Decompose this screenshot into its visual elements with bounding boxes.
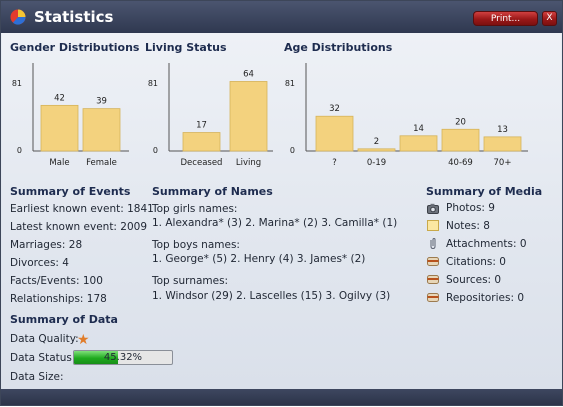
gender-value-label-1: 39 (96, 97, 107, 107)
gender-category-label-0: Male (49, 158, 69, 168)
summary-of-events-heading: Summary of Events (10, 185, 131, 198)
age-bar-4 (483, 136, 522, 152)
age-bar-2 (399, 135, 438, 152)
citation-icon (427, 257, 439, 266)
gender-bar-1 (82, 108, 121, 152)
gender-y-tick-min: 0 (17, 146, 22, 155)
age-chart: 81 0 32? 2 0-19 14 20 40-69 13 70+ (285, 63, 528, 168)
top-girls-names-list: 1. Alexandra* (3) 2. Marina* (2) 3. Cami… (152, 217, 398, 229)
star-icon: ★ (77, 332, 90, 348)
age-category-label-3: 40-69 (448, 158, 473, 168)
facts-events-text: Facts/Events: 100 (10, 275, 103, 287)
paperclip-icon (430, 238, 436, 249)
data-size-label: Data Size: (10, 371, 64, 383)
summary-of-media-heading: Summary of Media (426, 185, 543, 198)
age-value-label-2: 14 (413, 124, 424, 134)
statistics-window: Statistics Print... X Gender Distributio… (0, 0, 563, 406)
gender-bar-0 (40, 104, 79, 152)
age-value-label-1: 2 (374, 137, 379, 147)
top-surnames-list: 1. Windsor (29) 2. Lascelles (15) 3. Ogi… (152, 290, 391, 302)
living-y-tick-max: 81 (148, 79, 158, 88)
top-boys-names-label: Top boys names: (152, 239, 240, 251)
age-bar-3 (441, 128, 480, 152)
age-bar-0 (315, 115, 354, 152)
marriages-text: Marriages: 28 (10, 239, 83, 251)
data-quality-label: Data Quality: (10, 333, 79, 345)
age-bar-1 (357, 148, 396, 152)
repositories-count: Repositories: 0 (446, 292, 525, 304)
top-girls-names-label: Top girls names: (152, 203, 238, 215)
data-status-progress-bar: 45.32% (73, 350, 173, 365)
age-y-tick-max: 81 (285, 79, 295, 88)
data-status-label: Data Status: (10, 352, 76, 364)
sources-count: Sources: 0 (446, 274, 502, 286)
camera-icon (427, 203, 439, 214)
photos-count: Photos: 9 (446, 202, 495, 214)
note-icon (427, 220, 439, 231)
earliest-event-text: Earliest known event: 1841 (10, 203, 154, 215)
age-value-label-4: 13 (497, 125, 508, 135)
gender-value-label-0: 42 (54, 93, 65, 103)
divorces-text: Divorces: 4 (10, 257, 69, 269)
age-value-label-0: 32 (329, 104, 340, 114)
living-y-tick-min: 0 (153, 146, 158, 155)
gender-category-label-1: Female (86, 158, 117, 168)
age-y-tick-min: 0 (290, 146, 295, 155)
living-category-label-1: Living (236, 158, 261, 168)
living-category-label-0: Deceased (181, 158, 223, 168)
age-category-label-1: 0-19 (367, 158, 386, 168)
top-boys-names-list: 1. George* (5) 2. Henry (4) 3. James* (2… (152, 253, 366, 265)
progress-percent-text: 45.32% (103, 352, 143, 363)
attachments-count: Attachments: 0 (446, 238, 527, 250)
gender-y-tick-max: 81 (12, 79, 22, 88)
living-bar-0 (182, 132, 221, 152)
top-surnames-label: Top surnames: (152, 275, 229, 287)
age-category-label-4: 70+ (494, 158, 512, 168)
age-category-label-0: ? (332, 158, 337, 168)
summary-of-names-heading: Summary of Names (152, 185, 273, 198)
bottom-bar (1, 389, 562, 405)
summary-of-data-heading: Summary of Data (10, 313, 118, 326)
notes-count: Notes: 8 (446, 220, 490, 232)
repository-icon (427, 293, 439, 302)
citations-count: Citations: 0 (446, 256, 506, 268)
living-chart: 81 0 17 Deceased 64 Living (148, 63, 273, 168)
relationships-text: Relationships: 178 (10, 293, 107, 305)
latest-event-text: Latest known event: 2009 (10, 221, 148, 233)
gender-chart: 81 0 42 Male 39 Female (12, 63, 129, 168)
age-value-label-3: 20 (455, 117, 466, 127)
source-icon (427, 275, 439, 284)
living-bar-1 (229, 81, 268, 152)
living-value-label-0: 17 (196, 121, 207, 131)
living-value-label-1: 64 (243, 69, 254, 79)
